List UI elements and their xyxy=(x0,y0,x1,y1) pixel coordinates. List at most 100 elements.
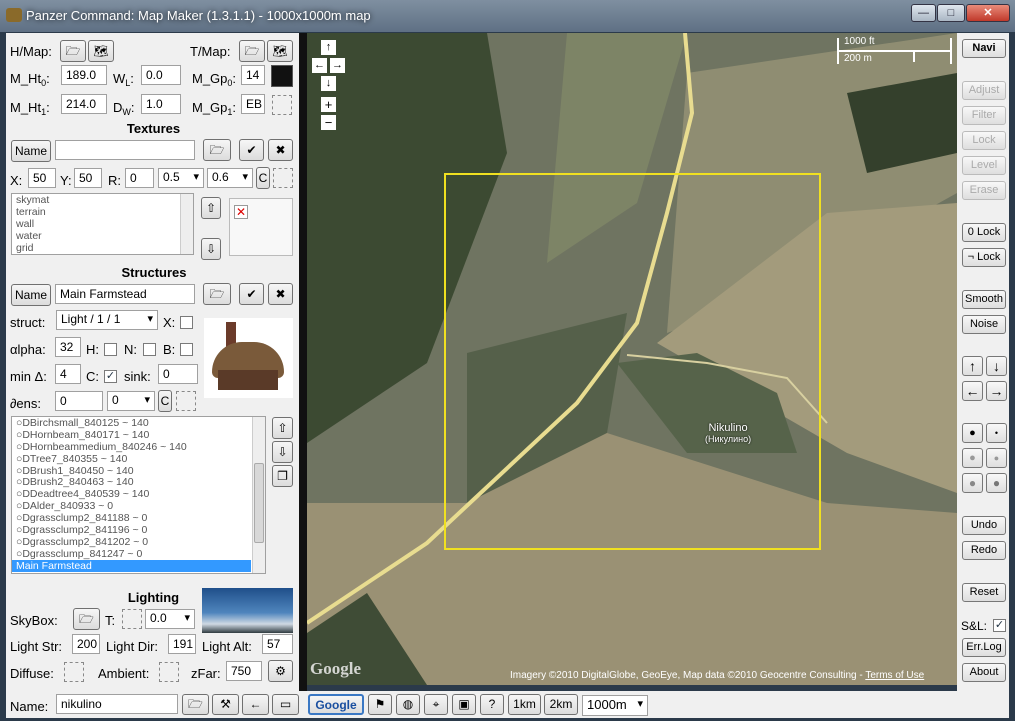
structure-name-input[interactable]: Main Farmstead xyxy=(55,284,195,304)
structure-c-button[interactable]: C xyxy=(158,390,172,412)
mht1-input[interactable]: 214.0 xyxy=(61,94,107,114)
structure-copy-button[interactable]: ❐ xyxy=(272,465,293,487)
list-item[interactable]: ○Dgrassclump2_841202 ~ 0 xyxy=(12,536,265,548)
list-item[interactable]: terrain xyxy=(12,206,193,218)
texture-color-swatch[interactable] xyxy=(273,168,293,188)
texture-name-input[interactable] xyxy=(55,140,195,160)
scale-1km-button[interactable]: 1km xyxy=(508,694,541,715)
mht0-input[interactable]: 189.0 xyxy=(61,65,107,85)
zero-lock-button[interactable]: 0 Lock xyxy=(962,223,1006,242)
texture-list[interactable]: skymat terrain wall water grid xyxy=(11,193,194,255)
mgp1-color-swatch[interactable] xyxy=(272,95,292,115)
reset-button[interactable]: Reset xyxy=(962,583,1006,602)
terms-of-use-link[interactable]: Terms of Use xyxy=(865,670,924,681)
maximize-button[interactable]: □ xyxy=(937,4,965,22)
struct-x-checkbox[interactable] xyxy=(180,316,193,329)
tmap-open-button[interactable]: 🗁 xyxy=(239,40,265,62)
texture-y-input[interactable]: 50 xyxy=(74,168,102,188)
undo-button[interactable]: Undo xyxy=(962,516,1006,535)
wl-input[interactable]: 0.0 xyxy=(141,65,181,85)
n-checkbox[interactable] xyxy=(143,343,156,356)
panel-divider[interactable] xyxy=(299,33,307,691)
structure-open-button[interactable]: 🗁 xyxy=(203,283,231,305)
struct-select[interactable]: Light / 1 / 1 xyxy=(56,310,158,330)
texture-scale-select[interactable]: 0.5 xyxy=(158,168,204,188)
zfar-input[interactable]: 750 xyxy=(226,661,262,681)
filter-button[interactable]: Filter xyxy=(962,106,1006,125)
noise-button[interactable]: Noise xyxy=(962,315,1006,334)
alpha-input[interactable]: 32 xyxy=(55,337,81,357)
not-lock-button[interactable]: ¬ Lock xyxy=(962,248,1006,267)
open-map-button[interactable]: 🗁 xyxy=(182,694,209,715)
list-item[interactable]: ○DHornbeam_840171 ~ 140 xyxy=(12,429,265,441)
list-item[interactable]: ○DHornbeammedium_840246 ~ 140 xyxy=(12,441,265,453)
pan-left-button[interactable]: ← xyxy=(312,58,327,73)
light-str-input[interactable]: 200 xyxy=(72,634,100,654)
list-item[interactable]: grid xyxy=(12,242,193,254)
mgp0-input[interactable]: 14 xyxy=(241,65,265,85)
light-dir-input[interactable]: 191 xyxy=(168,634,196,654)
brush-round-button[interactable]: ● xyxy=(986,473,1007,493)
navi-button[interactable]: Navi xyxy=(962,39,1006,58)
structure-apply-button[interactable]: ✔ xyxy=(239,283,264,305)
google-logo[interactable]: Google xyxy=(310,659,361,679)
h-checkbox[interactable] xyxy=(104,343,117,356)
texture-name-button[interactable]: Name xyxy=(11,140,51,162)
move-down-button[interactable]: ↓ xyxy=(986,356,1007,376)
scrollbar-thumb[interactable] xyxy=(254,463,264,543)
save-button[interactable]: ▭ xyxy=(272,694,299,715)
skybox-t-select[interactable]: 0.0 xyxy=(145,609,195,629)
skybox-t-swatch[interactable] xyxy=(122,609,142,629)
tools-button[interactable]: ⚒ xyxy=(212,694,239,715)
texture-open-button[interactable]: 🗁 xyxy=(203,139,231,161)
structure-move-up-button[interactable]: ⇧ xyxy=(272,417,293,439)
map-name-input[interactable]: nikulino xyxy=(56,694,178,714)
sink-input[interactable]: 0 xyxy=(158,364,198,384)
adjust-button[interactable]: Adjust xyxy=(962,81,1006,100)
brush-small-button[interactable]: • xyxy=(986,423,1007,443)
min-delta-input[interactable]: 4 xyxy=(55,364,81,384)
list-item[interactable]: ○DBrush1_840450 ~ 140 xyxy=(12,465,265,477)
brush-soft-large-button[interactable]: ● xyxy=(962,448,983,468)
texture-apply-button[interactable]: ✔ xyxy=(239,139,264,161)
mgp1-input[interactable]: EB xyxy=(241,94,265,114)
texture-blend-select[interactable]: 0.6 xyxy=(207,168,253,188)
list-item[interactable]: skymat xyxy=(12,194,193,206)
texture-move-down-button[interactable]: ⇩ xyxy=(201,238,221,260)
hmap-world-button[interactable]: 🗺 xyxy=(88,40,114,62)
density-select[interactable]: 0 xyxy=(107,391,155,411)
globe-button[interactable]: ◍ xyxy=(396,694,420,715)
close-button[interactable]: ✕ xyxy=(966,4,1010,22)
brush-soft-small-button[interactable]: ● xyxy=(986,448,1007,468)
structure-move-down-button[interactable]: ⇩ xyxy=(272,441,293,463)
structure-list[interactable]: ○DBirchsmall_840125 ~ 140 ○DHornbeam_840… xyxy=(11,416,266,574)
export-image-button[interactable]: ▣ xyxy=(452,694,476,715)
list-item[interactable]: ○Dgrassclump2_841188 ~ 0 xyxy=(12,512,265,524)
sl-checkbox[interactable]: ✓ xyxy=(993,619,1006,632)
crosshair-button[interactable]: ⌖ xyxy=(424,694,448,715)
tmap-world-button[interactable]: 🗺 xyxy=(267,40,293,62)
list-item[interactable]: ○DAlder_840933 ~ 0 xyxy=(12,500,265,512)
list-item[interactable]: water xyxy=(12,230,193,242)
list-item[interactable]: ○Dgrassclump_841247 ~ 0 xyxy=(12,548,265,560)
texture-delete-button[interactable]: ✖ xyxy=(268,139,293,161)
c-checkbox[interactable]: ✓ xyxy=(104,370,117,383)
google-source-button[interactable]: Google xyxy=(308,694,364,715)
dw-input[interactable]: 1.0 xyxy=(141,94,181,114)
lighting-settings-button[interactable]: ⚙ xyxy=(268,660,293,682)
texture-c-button[interactable]: C xyxy=(256,167,270,189)
back-button[interactable]: ← xyxy=(242,694,269,715)
about-button[interactable]: About xyxy=(962,663,1006,682)
list-item[interactable]: ○DBrush2_840463 ~ 140 xyxy=(12,476,265,489)
structure-color-swatch[interactable] xyxy=(176,391,196,411)
list-item[interactable]: wall xyxy=(12,218,193,230)
level-button[interactable]: Level xyxy=(962,156,1006,175)
brush-large-button[interactable]: ● xyxy=(962,423,983,443)
structure-delete-button[interactable]: ✖ xyxy=(268,283,293,305)
texture-x-input[interactable]: 50 xyxy=(28,168,56,188)
minimize-button[interactable]: — xyxy=(911,4,936,22)
zoom-out-button[interactable]: − xyxy=(321,115,336,130)
list-item[interactable]: ○Dgrassclump2_841196 ~ 0 xyxy=(12,524,265,536)
move-left-button[interactable]: ← xyxy=(962,381,983,401)
ambient-color-swatch[interactable] xyxy=(159,662,179,682)
